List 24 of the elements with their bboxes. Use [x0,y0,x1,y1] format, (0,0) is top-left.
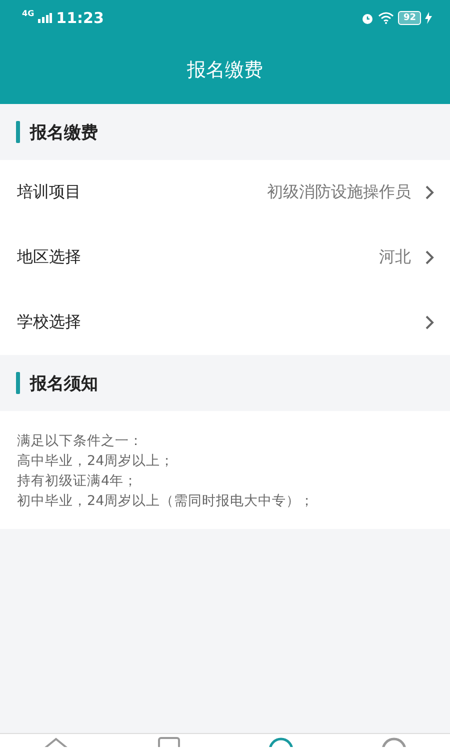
selection-row[interactable]: 地区选择 河北 [0,225,450,290]
signal-icon [38,13,52,23]
battery-level: 92 [398,11,421,25]
notice-text: 初中毕业，24周岁以上（需同时报电大中专）； [17,492,314,511]
home-icon[interactable] [43,737,70,747]
selection-row[interactable]: 培训项目 初级消防设施操作员 [0,160,450,225]
charging-icon [425,12,432,24]
page-title: 报名缴费 [187,58,263,83]
document-icon[interactable] [156,737,182,747]
selection-row[interactable]: 学校选择 [0,290,450,355]
section-title: 报名缴费 [30,122,98,144]
clock-time: 11:23 [56,9,104,27]
section-marker [16,372,20,394]
alarm-icon [361,12,374,24]
section-marker [16,121,20,143]
notice-text: 满足以下条件之一： [17,432,143,451]
section-title: 报名须知 [30,372,98,394]
network-type: 4G [22,9,34,18]
chevron-icon [425,185,434,200]
chevron-icon [425,315,434,330]
chevron-icon [425,250,434,265]
notice-text: 高中毕业，24周岁以上； [17,452,174,471]
notice-text: 持有初级证满4年； [17,472,138,491]
wifi-icon [378,12,394,24]
